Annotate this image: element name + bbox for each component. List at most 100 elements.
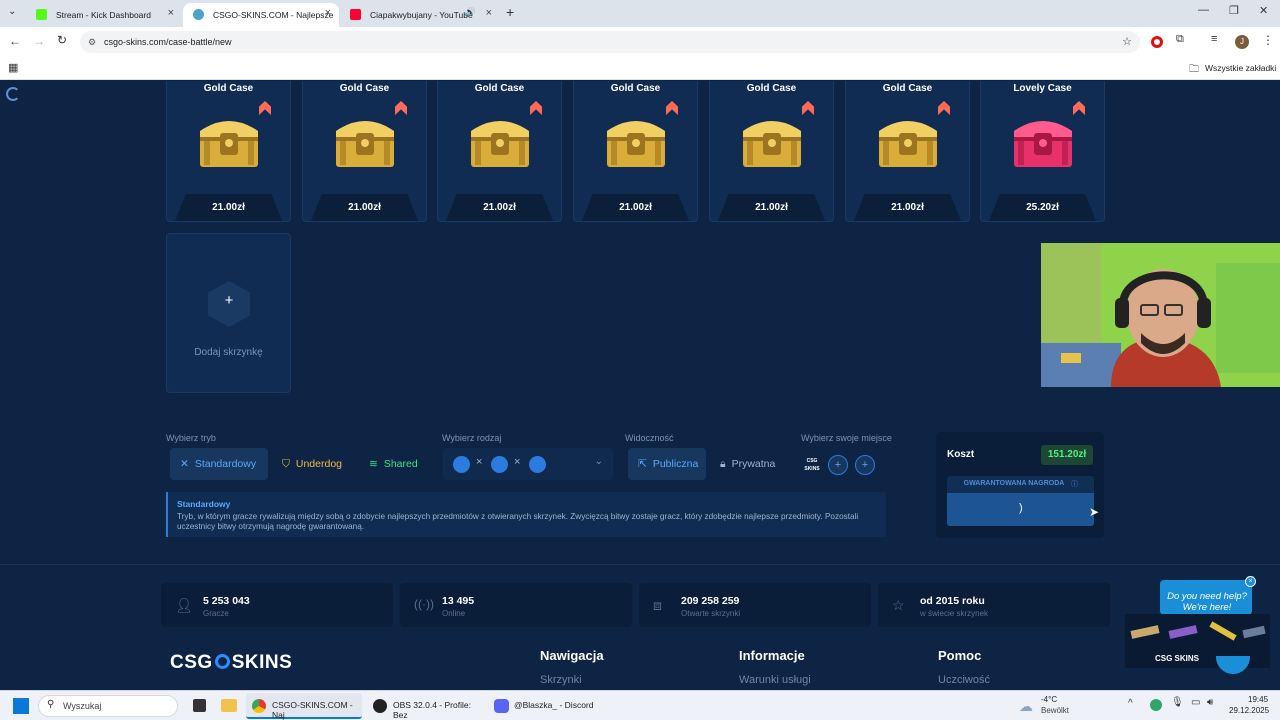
player-icon [529, 456, 546, 473]
case-card[interactable]: Gold Case 21.00zł [709, 81, 834, 222]
case-card[interactable]: Gold Case 21.00zł [302, 81, 427, 222]
network-icon[interactable]: ▭ [1191, 697, 1200, 708]
close-tab-icon[interactable]: × [168, 7, 174, 19]
close-tab-icon[interactable]: × [486, 7, 492, 19]
case-card[interactable]: Gold Case 21.00zł [845, 81, 970, 222]
tray-app-icon[interactable] [1150, 699, 1162, 711]
help-widget[interactable]: Do you need help? We're here! × [1160, 576, 1256, 615]
folder-icon[interactable]: 🗀 [1189, 62, 1199, 79]
case-name: Gold Case [882, 83, 933, 94]
apps-grid-icon[interactable]: ▦ [8, 61, 18, 74]
seat-logo-badge[interactable]: CSG SKINS [802, 457, 822, 473]
task-view-icon[interactable] [193, 699, 206, 712]
case-name: Gold Case [746, 83, 797, 94]
seat-plus-button[interactable]: + [855, 455, 875, 475]
mode-standard-button[interactable]: ✕ Standardowy [170, 448, 268, 480]
microphone-icon[interactable]: 🎙︎ [1171, 697, 1184, 708]
taskbar-app-obs[interactable]: OBS 32.0.4 - Profile: Bez [367, 693, 483, 720]
visibility-private-button[interactable]: 🔒︎ Prywatna [710, 448, 790, 480]
rifle-skin-image [1168, 625, 1198, 639]
obs-icon [373, 699, 387, 713]
opera-extension-icon[interactable] [1151, 36, 1163, 48]
visibility-public-button[interactable]: ⇱ Publiczna [628, 448, 706, 480]
broadcast-icon: ((·)) [414, 597, 434, 611]
box-icon: ⧈ [653, 597, 662, 613]
taskbar-app-discord[interactable]: @Blaszka_ - Discord [488, 693, 604, 719]
tab-csgo-skins[interactable]: CSGO-SKINS.COM - Najlepsze × [183, 3, 339, 27]
bookmark-star-icon[interactable]: ☆ [1122, 31, 1132, 53]
case-price: 21.00zł [311, 194, 418, 221]
chevron-down-icon: ⌄ [594, 456, 603, 467]
minimize-icon[interactable]: — [1198, 4, 1209, 16]
footer-link-skrzynki[interactable]: Skrzynki [540, 674, 582, 686]
promo-brand: CSG SKINS [1155, 654, 1200, 663]
case-card[interactable]: Gold Case 21.00zł [437, 81, 562, 222]
gold-chest-image [336, 121, 394, 167]
case-price: 21.00zł [175, 194, 282, 221]
case-name: Gold Case [203, 83, 254, 94]
footer-help-title: Pomoc [938, 648, 982, 663]
clock-time[interactable]: 19:45 [1248, 695, 1268, 704]
weather-temp[interactable]: -4°C [1041, 695, 1057, 704]
seat-label: Wybierz swoje miejsce [801, 433, 892, 443]
close-icon[interactable]: × [1245, 576, 1256, 587]
mode-shared-button[interactable]: ≋ Shared [359, 448, 431, 480]
add-case-button[interactable]: + Dodaj skrzynkę [166, 233, 291, 393]
case-name: Gold Case [610, 83, 661, 94]
extensions-icon[interactable]: ⧉ [1176, 33, 1184, 46]
case-card[interactable]: Gold Case 21.00zł [166, 81, 291, 222]
info-icon[interactable]: ⓘ [1071, 479, 1078, 489]
seat-plus-button[interactable]: + [828, 455, 848, 475]
battle-type-select[interactable]: × × ⌄ [443, 448, 613, 480]
footer-link-fairness[interactable]: Uczciwość [938, 674, 990, 686]
url-bar[interactable]: ⚙ csgo-skins.com/case-battle/new ☆ [80, 31, 1140, 53]
new-tab-icon[interactable]: + [506, 4, 514, 20]
restore-icon[interactable]: ❐ [1229, 4, 1239, 17]
reload-icon[interactable]: ↻ [57, 33, 67, 47]
tab-kick-dashboard[interactable]: Stream - Kick Dashboard × [26, 3, 182, 27]
all-bookmarks-link[interactable]: Wszystkie zakładki [1205, 63, 1276, 73]
mode-underdog-button[interactable]: ⛉ Underdog [272, 448, 356, 480]
help-text: Do you need help? We're here! [1167, 591, 1247, 613]
file-explorer-icon[interactable] [221, 699, 237, 712]
tab-search-icon[interactable]: ⌄ [8, 6, 16, 17]
windows-start-icon[interactable] [13, 698, 29, 714]
add-plus-glyph: + [224, 292, 234, 309]
taskbar-search[interactable]: ⚲ Wyszukaj [38, 695, 178, 717]
type-label: Wybierz rodzaj [442, 433, 502, 443]
close-window-icon[interactable]: ✕ [1259, 4, 1268, 17]
case-name: Gold Case [339, 83, 390, 94]
guaranteed-label: GWARANTOWANA NAGRODA [963, 480, 1065, 487]
case-price: 21.00zł [718, 194, 825, 221]
menu-icon[interactable]: ⋮ [1262, 33, 1274, 47]
taskbar-app-chrome[interactable]: CSGO-SKINS.COM - Naj [246, 693, 362, 720]
close-tab-icon[interactable]: × [325, 7, 331, 19]
footer-logo[interactable]: CSG SKINS [170, 652, 292, 674]
avatar[interactable]: J [1235, 35, 1249, 49]
back-icon[interactable]: ← [9, 34, 21, 48]
webcam-overlay [1041, 243, 1280, 387]
cost-panel: Koszt 151.20zł GWARANTOWANA NAGRODA ⓘ ) [936, 432, 1104, 538]
lock-icon: 🔒︎ [720, 457, 726, 470]
forward-icon[interactable]: → [33, 34, 45, 48]
site-info-icon[interactable]: ⚙ [88, 31, 96, 53]
volume-icon[interactable]: 🔊︎ [1207, 697, 1213, 708]
footer-link-terms[interactable]: Warunki usługi [739, 674, 811, 686]
logo-target-icon [214, 654, 230, 669]
clock-date[interactable]: 29.12.2025 [1229, 706, 1269, 715]
star-icon: ☆ [892, 597, 905, 613]
case-card[interactable]: Gold Case 21.00zł [573, 81, 698, 222]
tab-youtube[interactable]: Ciapakwybujany - YouTube 🔊 × [340, 3, 500, 27]
loading-spinner-icon: ) [1019, 502, 1023, 514]
case-price: 21.00zł [446, 194, 553, 221]
webcam-image [1041, 243, 1280, 387]
case-card[interactable]: Lovely Case 25.20zł [980, 81, 1105, 222]
guaranteed-box[interactable]: GWARANTOWANA NAGRODA ⓘ ) [947, 476, 1094, 526]
lovely-chest-image [1014, 121, 1072, 167]
media-icon[interactable]: ≡ [1211, 33, 1217, 45]
chat-bubble-icon[interactable] [1216, 656, 1250, 674]
loading-spinner-icon [6, 87, 20, 101]
weather-desc[interactable]: Bewölkt [1041, 706, 1069, 715]
tray-chevron-icon[interactable]: ^ [1128, 698, 1133, 709]
speaker-icon[interactable]: 🔊 [465, 7, 476, 18]
